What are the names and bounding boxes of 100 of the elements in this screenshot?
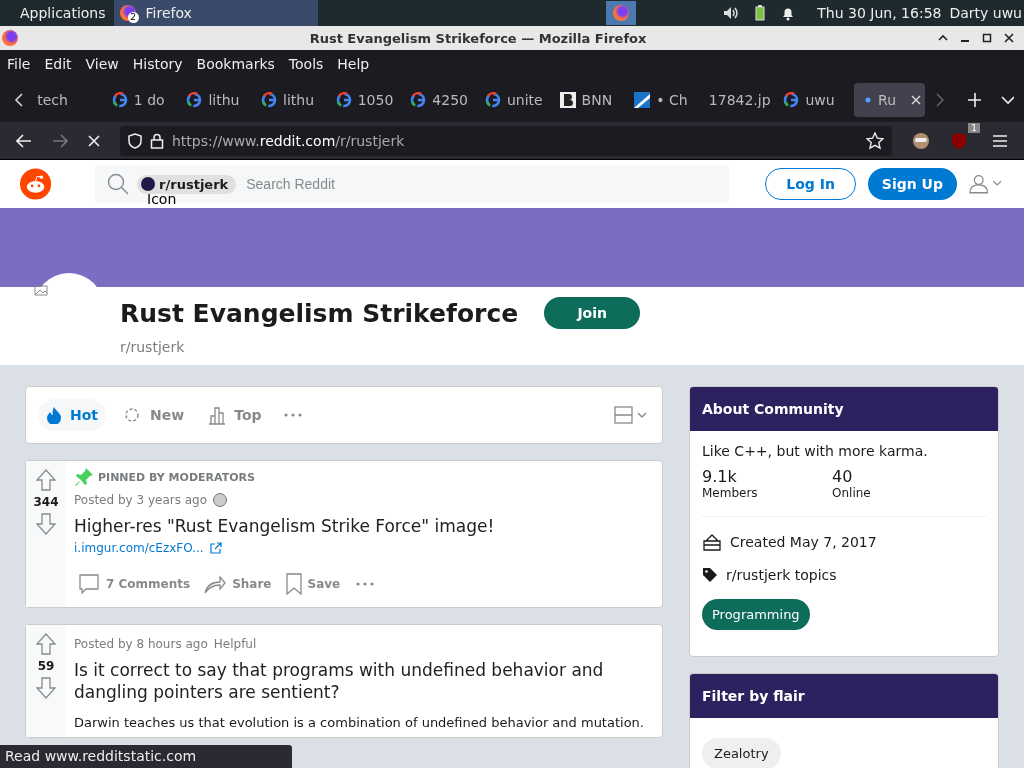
shield-icon[interactable] <box>128 132 142 149</box>
status-bar: Read www.redditstatic.com <box>0 745 292 768</box>
window-title: Rust Evangelism Strikeforce — Mozilla Firefox <box>308 30 648 46</box>
back-icon[interactable] <box>16 133 32 148</box>
letter-b-icon <box>559 92 576 108</box>
downvote-icon[interactable] <box>36 677 56 699</box>
taskbar-window-button[interactable]: 2 Firefox <box>113 0 318 26</box>
extension-badge: 1 <box>968 122 980 133</box>
loading-dot-icon <box>864 96 873 104</box>
stat-value: 9.1k <box>702 467 738 486</box>
menu-item[interactable]: Tools <box>288 56 324 72</box>
tag-icon <box>702 567 718 583</box>
sign-up-button[interactable]: Sign Up <box>867 168 957 200</box>
firefox-launcher[interactable] <box>605 1 636 25</box>
menu-item[interactable]: Edit <box>44 56 72 72</box>
community-description: Like C++, but with more karma. <box>702 443 929 459</box>
upvote-icon[interactable] <box>36 633 56 655</box>
post-text: Darwin teaches us that evolution is a combination of undefined behavior and mutation. <box>74 714 645 732</box>
maximize-icon[interactable] <box>982 33 992 43</box>
browser-tab[interactable]: 1 do <box>107 83 177 117</box>
share-icon <box>204 573 227 595</box>
more-options-icon[interactable] <box>356 582 375 586</box>
flame-icon <box>46 406 62 424</box>
award-icon <box>213 493 228 507</box>
star-icon[interactable] <box>866 131 884 150</box>
search-icon <box>107 173 130 195</box>
bar-chart-icon <box>208 405 227 425</box>
broken-image-icon <box>34 283 48 297</box>
browser-tab[interactable]: unite <box>480 83 550 117</box>
post-flair: Helpful <box>213 637 257 651</box>
caret-up-icon[interactable] <box>938 33 948 43</box>
scroll-left-icon[interactable] <box>14 93 24 107</box>
comment-icon <box>78 573 100 595</box>
applications-menu[interactable]: Applications <box>0 5 106 21</box>
bookmark-icon <box>285 573 302 595</box>
close-tab-icon[interactable] <box>911 95 921 105</box>
pin-icon <box>74 467 94 487</box>
battery-icon[interactable] <box>755 5 766 21</box>
stat-value: 40 <box>832 467 854 486</box>
subreddit-chip[interactable]: r/rustjerk <box>137 174 237 194</box>
post-title[interactable]: Higher-res "Rust Evangelism Strike Force" image! <box>74 515 654 537</box>
clock[interactable]: Thu 30 Jun, 16:58 <box>817 5 942 21</box>
widget-header: Filter by flair <box>690 674 998 718</box>
browser-tab[interactable]: Ru <box>854 83 925 117</box>
stop-icon[interactable] <box>88 134 100 147</box>
browser-tab[interactable]: 17842.jp <box>704 83 774 117</box>
diagonal-stripe-icon <box>634 92 651 108</box>
post-meta: Posted by 8 hours ago <box>74 637 208 651</box>
new-tab-icon[interactable] <box>968 93 982 107</box>
volume-icon[interactable] <box>723 6 740 20</box>
created-date: Created May 7, 2017 <box>730 534 877 550</box>
post-title[interactable]: Is it correct to say that programs with undefined behavior and dangling pointers are sentient? <box>74 659 654 703</box>
browser-tab[interactable]: • Ch <box>630 83 699 117</box>
vote-count: 344 <box>33 495 59 509</box>
user-name[interactable]: Darty uwu <box>949 5 1024 21</box>
browser-tab[interactable]: lithu <box>257 83 326 117</box>
tab-list-icon[interactable] <box>1001 95 1014 105</box>
scroll-right-icon[interactable] <box>935 93 945 107</box>
widget-header: About Community <box>690 387 998 431</box>
menu-item[interactable]: File <box>7 56 31 72</box>
join-button[interactable]: Join <box>544 297 641 329</box>
menu-item[interactable]: Help <box>337 56 370 72</box>
log-in-button[interactable]: Log In <box>765 168 856 200</box>
flair-tag[interactable]: Zealotry <box>702 738 781 768</box>
stat-label: Online <box>832 486 872 500</box>
external-link-icon[interactable] <box>209 542 222 554</box>
browser-tab[interactable]: lithu <box>182 83 252 117</box>
window-label: Firefox <box>145 5 192 21</box>
cake-icon <box>702 533 722 551</box>
browser-tab[interactable]: uwu <box>779 83 849 117</box>
menu-item[interactable]: Bookmarks <box>196 56 275 72</box>
topic-tag[interactable]: Programming <box>702 599 810 630</box>
url-text: https://www.reddit.com/r/rustjerk <box>172 132 405 149</box>
firefox-icon <box>119 5 136 21</box>
post-link[interactable]: i.imgur.com/cEzxFO... <box>74 541 204 555</box>
stat-label: Members <box>702 486 759 500</box>
lock-icon[interactable] <box>150 132 164 149</box>
post-meta: Posted by 3 years ago <box>74 493 208 507</box>
browser-tab[interactable]: 4250 <box>406 83 475 117</box>
reddit-logo-icon[interactable] <box>20 168 52 200</box>
community-title: Rust Evangelism Strikeforce <box>120 298 519 328</box>
menu-icon[interactable] <box>992 133 1008 148</box>
browser-tab[interactable]: tech <box>33 83 102 117</box>
close-icon[interactable] <box>1004 33 1014 43</box>
browser-tab[interactable]: BNN <box>555 83 625 117</box>
address-bar[interactable]: https://www.reddit.com/r/rustjerk <box>120 125 892 156</box>
sort-tab[interactable]: Hot <box>38 399 107 431</box>
forward-icon[interactable] <box>52 133 68 148</box>
pinned-label: PINNED BY MODERATORS <box>98 470 255 484</box>
vote-count: 59 <box>37 659 55 673</box>
menu-item[interactable]: History <box>132 56 183 72</box>
downvote-icon[interactable] <box>36 513 56 535</box>
community-handle: r/rustjerk <box>120 339 186 355</box>
menu-item[interactable]: View <box>85 56 119 72</box>
browser-tab[interactable]: 1050 <box>331 83 401 117</box>
firefox-icon <box>2 30 18 46</box>
user-menu-icon[interactable] <box>969 174 1004 194</box>
upvote-icon[interactable] <box>36 469 56 491</box>
more-options-icon[interactable] <box>283 413 302 417</box>
topics-label: r/rustjerk topics <box>726 567 837 583</box>
